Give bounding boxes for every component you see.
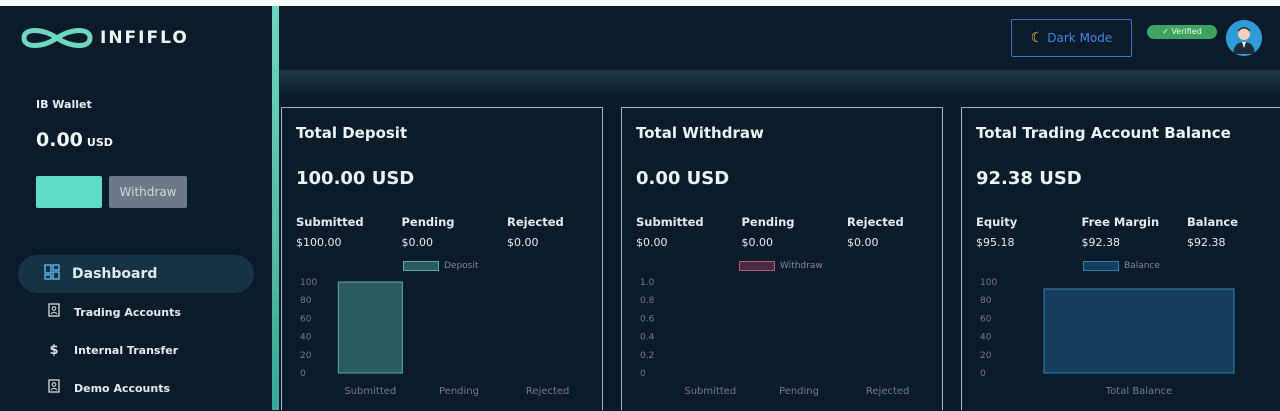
x-category-label: Submitted bbox=[344, 386, 396, 397]
x-category-label: Rejected bbox=[526, 386, 570, 397]
x-category-label: Pending bbox=[779, 386, 819, 397]
x-category-label: Total Balance bbox=[1105, 386, 1172, 397]
user-avatar-icon bbox=[1226, 20, 1262, 56]
account-card-icon bbox=[46, 303, 62, 321]
logo-text: INFIFLO bbox=[100, 28, 189, 48]
wallet-value: 0.00 bbox=[36, 129, 83, 151]
sidebar-item-dashboard[interactable]: Dashboard bbox=[18, 255, 254, 293]
card-amount: 0.00 USD bbox=[636, 168, 730, 189]
stat-value: $100.00 bbox=[296, 236, 342, 249]
y-tick-label: 20 bbox=[300, 351, 312, 361]
user-avatar[interactable] bbox=[1226, 20, 1262, 56]
account-card-icon bbox=[46, 379, 62, 397]
dashboard-grid-icon bbox=[44, 264, 60, 284]
y-tick-label: 0 bbox=[980, 369, 986, 379]
card-stat: Free Margin $92.38 bbox=[1082, 215, 1182, 249]
stat-value: $0.00 bbox=[401, 236, 434, 249]
sidebar-item-internal-transfer[interactable]: $ Internal Transfer bbox=[18, 331, 254, 369]
card-stat: Submitted $100.00 bbox=[296, 215, 396, 249]
x-category-label: Rejected bbox=[866, 386, 910, 397]
y-tick-label: 0.6 bbox=[640, 314, 655, 324]
y-tick-label: 0.2 bbox=[640, 351, 654, 361]
y-tick-label: 100 bbox=[980, 278, 997, 288]
stat-value: $92.38 bbox=[1081, 236, 1121, 249]
stat-label: Balance bbox=[1187, 215, 1239, 229]
summary-card: Total Withdraw 0.00 USD Submitted $0.00 Pend… bbox=[621, 107, 943, 410]
y-tick-label: 20 bbox=[980, 351, 992, 361]
logo[interactable]: INFIFLO bbox=[18, 24, 189, 52]
card-title: Total Withdraw bbox=[636, 124, 764, 142]
card-amount: 92.38 USD bbox=[976, 168, 1082, 189]
bar-chart: 1.0 0.8 0.6 0.4 0.2 0 Submitted Pending Rejected bbox=[640, 278, 910, 397]
y-tick-label: 0.8 bbox=[640, 296, 655, 306]
summary-card: Total Deposit 100.00 USD Submitted $100.00 P… bbox=[281, 107, 603, 410]
y-tick-label: 60 bbox=[300, 314, 312, 324]
card-title: Total Trading Account Balance bbox=[976, 124, 1231, 142]
y-tick-label: 80 bbox=[300, 296, 312, 306]
card-stat: Submitted $0.00 bbox=[636, 215, 736, 249]
sidebar-item-label: Dashboard bbox=[72, 266, 158, 282]
y-tick-label: 0 bbox=[640, 369, 646, 379]
stat-value: $0.00 bbox=[507, 236, 539, 249]
y-tick-label: 1.0 bbox=[640, 278, 655, 288]
sidebar-nav: Dashboard Trading Accounts $ Internal Tr… bbox=[18, 255, 254, 407]
sidebar-item-label: Internal Transfer bbox=[74, 343, 179, 357]
card-stat: Equity $95.18 bbox=[976, 215, 1076, 249]
infinity-logo-icon bbox=[21, 28, 93, 48]
dark-mode-label: Dark Mode bbox=[1047, 31, 1113, 45]
stat-label: Pending bbox=[401, 215, 455, 229]
bar-total-balance[interactable] bbox=[1043, 288, 1235, 374]
y-tick-label: 100 bbox=[300, 278, 317, 288]
moon-icon: ☾ bbox=[1030, 30, 1044, 46]
sidebar: INFIFLO IB Wallet 0.00 USD Deposit Withdr… bbox=[0, 6, 272, 410]
x-category-label: Submitted bbox=[684, 386, 736, 397]
stat-value: $0.00 bbox=[741, 236, 774, 249]
stat-value: $0.00 bbox=[636, 236, 668, 249]
card-title: Total Deposit bbox=[296, 124, 408, 142]
header-shadow bbox=[279, 70, 1280, 96]
wallet-label: IB Wallet bbox=[36, 98, 92, 111]
dollar-icon: $ bbox=[49, 342, 59, 358]
x-category-label: Pending bbox=[439, 386, 479, 397]
y-tick-label: 0 bbox=[300, 369, 306, 379]
stat-label: Rejected bbox=[847, 215, 904, 229]
stat-label: Submitted bbox=[636, 215, 704, 229]
dark-mode-button[interactable]: ☾ Dark Mode bbox=[1011, 19, 1132, 57]
bar-chart: 100 80 60 40 20 0 Submitted Pending Rejected bbox=[300, 278, 570, 397]
card-stat: Rejected $0.00 bbox=[847, 215, 947, 249]
card-stat: Rejected $0.00 bbox=[507, 215, 607, 249]
sidebar-item-label: Trading Accounts bbox=[74, 305, 181, 319]
y-tick-label: 0.4 bbox=[640, 333, 655, 343]
bar-submitted[interactable] bbox=[337, 281, 403, 374]
y-tick-label: 80 bbox=[980, 296, 992, 306]
sidebar-scrollbar[interactable] bbox=[272, 6, 279, 410]
stat-label: Equity bbox=[976, 215, 1018, 229]
stat-label: Submitted bbox=[296, 215, 364, 229]
summary-card: Total Trading Account Balance 92.38 USD Eq… bbox=[961, 107, 1280, 410]
sidebar-item-demo-accounts[interactable]: Demo Accounts bbox=[18, 369, 254, 407]
stat-value: $0.00 bbox=[847, 236, 879, 249]
bar-chart: 100 80 60 40 20 0 Total Balance bbox=[980, 278, 1235, 397]
card-stat: Pending $0.00 bbox=[402, 215, 502, 249]
card-stat: Pending $0.00 bbox=[742, 215, 842, 249]
stat-value: $92.38 bbox=[1187, 236, 1226, 249]
stat-label: Rejected bbox=[507, 215, 564, 229]
stat-value: $95.18 bbox=[976, 236, 1015, 249]
withdraw-button[interactable]: Withdraw bbox=[109, 176, 187, 208]
deposit-button[interactable]: Deposit bbox=[36, 176, 102, 208]
wallet-balance: 0.00 USD bbox=[36, 129, 113, 151]
stat-label: Pending bbox=[741, 215, 795, 229]
sidebar-item-label: Demo Accounts bbox=[74, 381, 171, 395]
y-tick-label: 40 bbox=[980, 333, 992, 343]
y-tick-label: 60 bbox=[980, 314, 992, 324]
wallet-unit: USD bbox=[86, 136, 113, 149]
verified-badge: ✓ Verified bbox=[1147, 25, 1217, 39]
y-tick-label: 40 bbox=[300, 333, 312, 343]
card-amount: 100.00 USD bbox=[296, 168, 415, 189]
sidebar-item-trading-accounts[interactable]: Trading Accounts bbox=[18, 293, 254, 331]
card-stat: Balance $92.38 bbox=[1187, 215, 1280, 249]
stat-label: Free Margin bbox=[1081, 215, 1160, 229]
